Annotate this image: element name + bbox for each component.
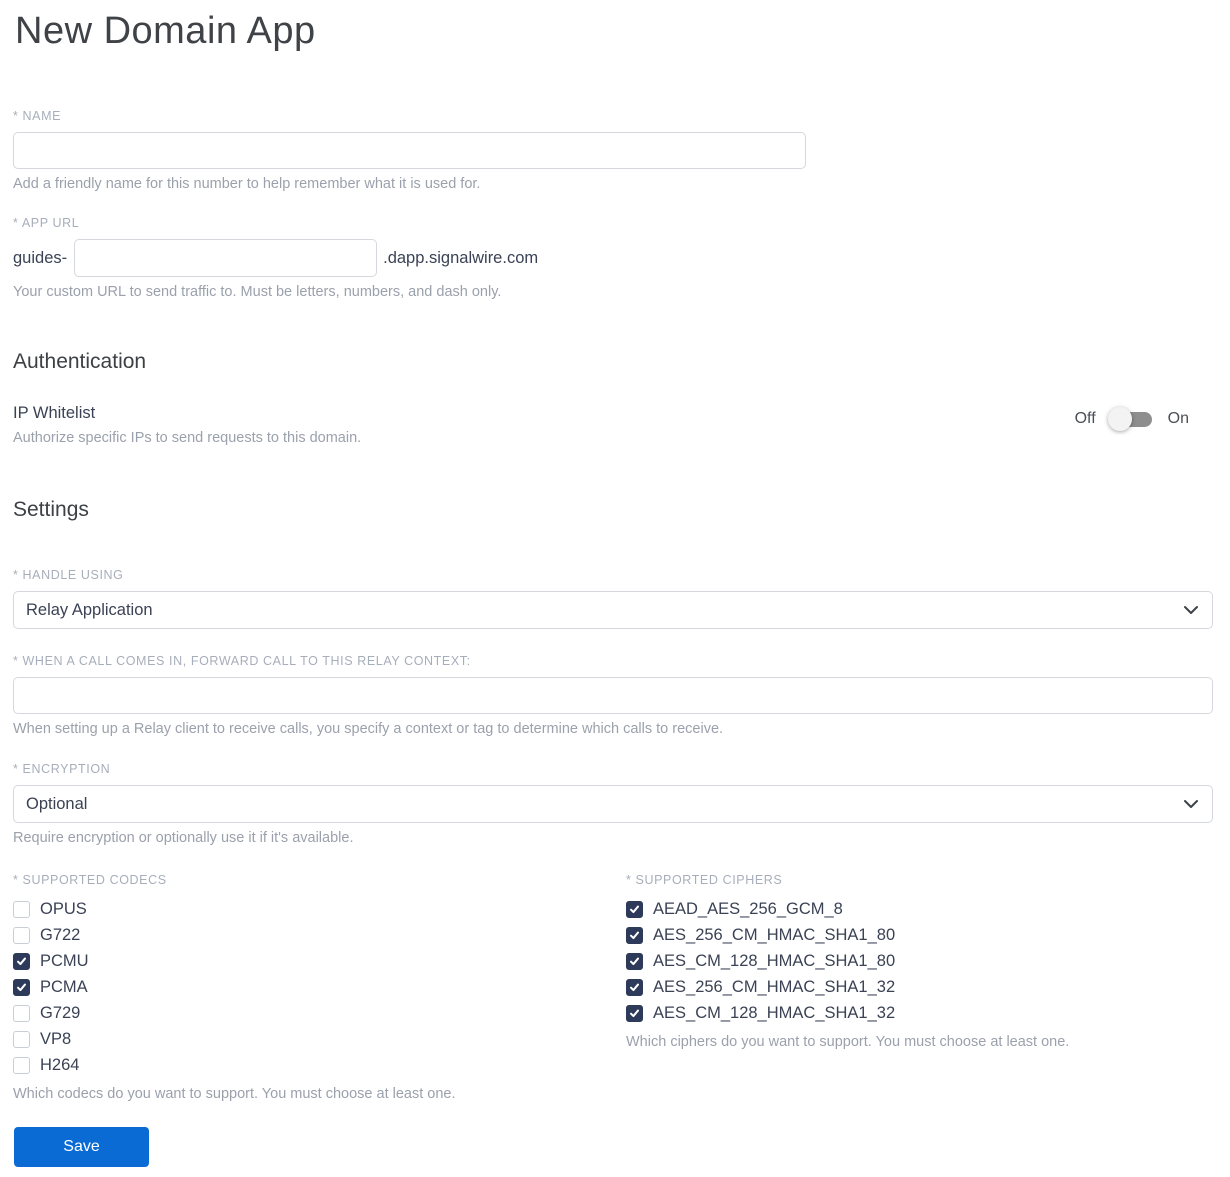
chevron-down-icon bbox=[1184, 606, 1198, 615]
encryption-label: * ENCRYPTION bbox=[13, 762, 111, 776]
checkbox-label: PCMA bbox=[40, 977, 88, 996]
checkbox-item-pcma[interactable]: PCMA bbox=[13, 974, 626, 1000]
name-help-text: Add a friendly name for this number to h… bbox=[13, 176, 481, 192]
app-url-row: guides- .dapp.signalwire.com bbox=[13, 239, 1213, 277]
ip-whitelist-label: IP Whitelist bbox=[13, 404, 96, 422]
toggle-knob[interactable] bbox=[1107, 406, 1132, 431]
checkbox-unchecked-icon[interactable] bbox=[13, 926, 30, 944]
encryption-selected-value: Optional bbox=[26, 794, 88, 813]
checkbox-item-opus[interactable]: OPUS bbox=[13, 896, 626, 922]
encryption-help-text: Require encryption or optionally use it … bbox=[13, 830, 354, 846]
app-url-field-group: * APP URL guides- .dapp.signalwire.com Y… bbox=[13, 216, 1213, 300]
checkbox-label: AES_256_CM_HMAC_SHA1_32 bbox=[653, 977, 896, 996]
checkbox-item-aes_256_cm_hmac_sha1_32[interactable]: AES_256_CM_HMAC_SHA1_32 bbox=[626, 974, 1213, 1000]
relay-context-help-text: When setting up a Relay client to receiv… bbox=[13, 721, 724, 737]
checkbox-label: AES_256_CM_HMAC_SHA1_80 bbox=[653, 925, 896, 944]
settings-heading: Settings bbox=[13, 498, 89, 521]
ip-whitelist-row: IP Whitelist Authorize specific IPs to s… bbox=[13, 404, 1213, 446]
relay-context-field-group: * WHEN A CALL COMES IN, FORWARD CALL TO … bbox=[13, 654, 1213, 737]
checkbox-item-vp8[interactable]: VP8 bbox=[13, 1026, 626, 1052]
checkbox-unchecked-icon[interactable] bbox=[13, 1004, 30, 1022]
checkbox-checked-icon[interactable] bbox=[626, 952, 643, 970]
supported-codecs-label: * SUPPORTED CODECS bbox=[13, 873, 167, 887]
checkbox-item-pcmu[interactable]: PCMU bbox=[13, 948, 626, 974]
ip-whitelist-toggle-group: Off On bbox=[1074, 406, 1189, 431]
checkbox-label: OPUS bbox=[40, 899, 87, 918]
checkbox-label: G722 bbox=[40, 925, 81, 944]
ciphers-checkbox-list: AEAD_AES_256_GCM_8 AES_256_CM_HMAC_SHA1_8… bbox=[626, 896, 1213, 1026]
checkbox-checked-icon[interactable] bbox=[626, 1004, 643, 1022]
checkbox-item-aead_aes_256_gcm_8[interactable]: AEAD_AES_256_GCM_8 bbox=[626, 896, 1213, 922]
ip-whitelist-toggle[interactable] bbox=[1107, 406, 1152, 431]
checkbox-item-aes_cm_128_hmac_sha1_32[interactable]: AES_CM_128_HMAC_SHA1_32 bbox=[626, 1000, 1213, 1026]
checkbox-label: AES_CM_128_HMAC_SHA1_80 bbox=[653, 951, 896, 970]
relay-context-input[interactable] bbox=[13, 677, 1213, 714]
supported-codecs-group: * SUPPORTED CODECS OPUS G722 PCMU PCMA G729 V… bbox=[13, 873, 626, 1102]
checkbox-label: VP8 bbox=[40, 1029, 72, 1048]
app-url-prefix: guides- bbox=[13, 248, 68, 267]
checkbox-unchecked-icon[interactable] bbox=[13, 900, 30, 918]
supported-ciphers-group: * SUPPORTED CIPHERS AEAD_AES_256_GCM_8 AE… bbox=[626, 873, 1213, 1102]
toggle-off-label: Off bbox=[1074, 410, 1096, 427]
checkbox-label: PCMU bbox=[40, 951, 89, 970]
toggle-on-label: On bbox=[1167, 410, 1189, 427]
name-input[interactable] bbox=[13, 132, 806, 169]
supported-ciphers-label: * SUPPORTED CIPHERS bbox=[626, 873, 783, 887]
handle-using-field-group: * HANDLE USING Relay Application bbox=[13, 568, 1213, 629]
checkbox-checked-icon[interactable] bbox=[626, 978, 643, 996]
name-label: * NAME bbox=[13, 109, 62, 123]
checkbox-item-aes_256_cm_hmac_sha1_80[interactable]: AES_256_CM_HMAC_SHA1_80 bbox=[626, 922, 1213, 948]
checkbox-item-g729[interactable]: G729 bbox=[13, 1000, 626, 1026]
checkbox-unchecked-icon[interactable] bbox=[13, 1030, 30, 1048]
checkbox-checked-icon[interactable] bbox=[13, 952, 30, 970]
app-url-label: * APP URL bbox=[13, 216, 80, 230]
page-title: New Domain App bbox=[15, 10, 316, 52]
app-url-help-text: Your custom URL to send traffic to. Must… bbox=[13, 284, 502, 300]
encryption-select[interactable]: Optional bbox=[13, 785, 1213, 823]
save-button[interactable]: Save bbox=[14, 1127, 149, 1167]
handle-using-select[interactable]: Relay Application bbox=[13, 591, 1213, 629]
checkbox-unchecked-icon[interactable] bbox=[13, 1056, 30, 1074]
checkbox-checked-icon[interactable] bbox=[13, 978, 30, 996]
encryption-field-group: * ENCRYPTION Optional Require encryption… bbox=[13, 762, 1213, 846]
checkbox-item-aes_cm_128_hmac_sha1_80[interactable]: AES_CM_128_HMAC_SHA1_80 bbox=[626, 948, 1213, 974]
new-domain-app-page: New Domain App * NAME Add a friendly nam… bbox=[0, 0, 1230, 1177]
checkbox-label: H264 bbox=[40, 1055, 80, 1074]
checkbox-label: AEAD_AES_256_GCM_8 bbox=[653, 899, 843, 918]
authentication-heading: Authentication bbox=[13, 350, 147, 373]
handle-using-label: * HANDLE USING bbox=[13, 568, 124, 582]
handle-using-selected-value: Relay Application bbox=[26, 600, 153, 619]
checkbox-item-g722[interactable]: G722 bbox=[13, 922, 626, 948]
relay-context-label: * WHEN A CALL COMES IN, FORWARD CALL TO … bbox=[13, 654, 471, 668]
name-field-group: * NAME Add a friendly name for this numb… bbox=[13, 109, 1213, 192]
app-url-suffix: .dapp.signalwire.com bbox=[383, 248, 539, 267]
ciphers-help-text: Which ciphers do you want to support. Yo… bbox=[626, 1034, 1070, 1050]
app-url-input[interactable] bbox=[74, 239, 378, 277]
checkbox-label: AES_CM_128_HMAC_SHA1_32 bbox=[653, 1003, 896, 1022]
checkbox-checked-icon[interactable] bbox=[626, 926, 643, 944]
ip-whitelist-text: IP Whitelist Authorize specific IPs to s… bbox=[13, 404, 361, 446]
checkbox-item-h264[interactable]: H264 bbox=[13, 1052, 626, 1078]
checkbox-checked-icon[interactable] bbox=[626, 900, 643, 918]
checkbox-label: G729 bbox=[40, 1003, 81, 1022]
codecs-checkbox-list: OPUS G722 PCMU PCMA G729 VP8 H264 bbox=[13, 896, 626, 1078]
ip-whitelist-help-text: Authorize specific IPs to send requests … bbox=[13, 430, 362, 446]
codecs-ciphers-section: * SUPPORTED CODECS OPUS G722 PCMU PCMA G729 V… bbox=[13, 873, 1213, 1102]
chevron-down-icon bbox=[1184, 800, 1198, 809]
codecs-help-text: Which codecs do you want to support. You… bbox=[13, 1086, 456, 1102]
